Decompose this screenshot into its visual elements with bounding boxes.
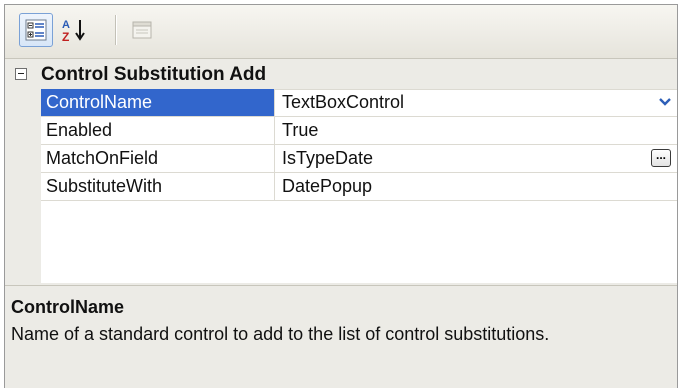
description-text: Name of a standard control to add to the… xyxy=(11,324,550,344)
property-value[interactable]: True xyxy=(276,117,677,144)
property-row-substitutewith[interactable]: SubstituteWith DatePopup xyxy=(41,173,677,201)
description-pane: ControlName Name of a standard control t… xyxy=(5,285,677,388)
property-name[interactable]: MatchOnField xyxy=(41,145,275,172)
property-row-controlname[interactable]: ControlName TextBoxControl xyxy=(41,89,677,117)
category-label: Control Substitution Add xyxy=(41,64,267,85)
dropdown-button[interactable] xyxy=(655,92,675,112)
property-row-enabled[interactable]: Enabled True xyxy=(41,117,677,145)
property-pages-icon xyxy=(132,21,152,39)
property-value-text: True xyxy=(282,120,319,140)
ellipsis-button[interactable]: ... xyxy=(651,149,671,167)
property-name[interactable]: Enabled xyxy=(41,117,275,144)
property-name[interactable]: SubstituteWith xyxy=(41,173,275,200)
property-value[interactable]: TextBoxControl xyxy=(276,89,677,116)
alphabetical-sort-icon: A Z xyxy=(62,19,85,44)
description-title: ControlName xyxy=(11,297,125,317)
property-value[interactable]: IsTypeDate ... xyxy=(276,145,677,172)
svg-text:Z: Z xyxy=(62,30,69,44)
property-value-text: DatePopup xyxy=(282,176,373,196)
category-row[interactable]: Control Substitution Add xyxy=(5,59,677,90)
property-gutter xyxy=(5,89,41,283)
property-grid: A Z Control Substitution Add ControlName xyxy=(4,4,678,388)
property-value-text: IsTypeDate xyxy=(282,148,374,168)
property-row-matchonfield[interactable]: MatchOnField IsTypeDate ... xyxy=(41,145,677,173)
toolbar-separator xyxy=(115,15,116,45)
property-value[interactable]: DatePopup xyxy=(276,173,677,200)
property-list: Control Substitution Add ControlName Tex… xyxy=(5,59,677,283)
property-grid-toolbar: A Z xyxy=(5,5,677,59)
categorized-button[interactable] xyxy=(19,13,53,47)
property-value-text: TextBoxControl xyxy=(282,92,405,112)
alphabetical-button[interactable]: A Z xyxy=(57,13,91,47)
property-pages-button xyxy=(125,13,159,47)
property-name[interactable]: ControlName xyxy=(41,89,275,116)
chevron-down-icon xyxy=(659,98,671,106)
collapse-icon[interactable] xyxy=(15,68,27,80)
categorized-icon xyxy=(25,19,47,41)
